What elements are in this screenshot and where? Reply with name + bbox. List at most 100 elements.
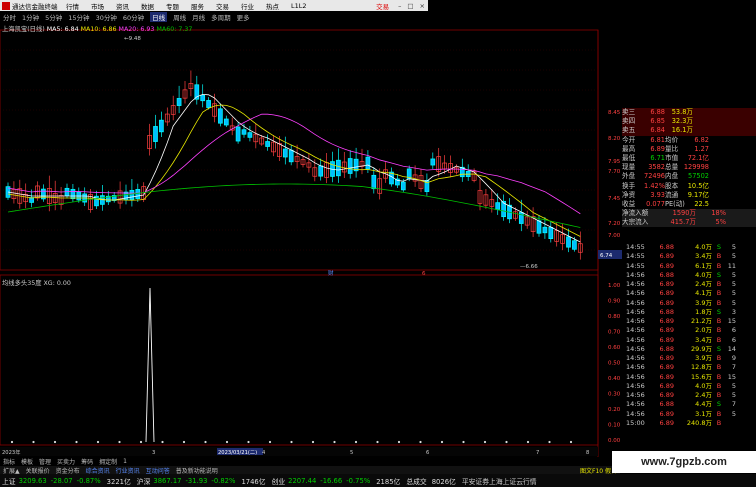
tick-volume: 3.4万 [695,335,712,344]
tick-side: B [716,252,722,261]
hs-name[interactable]: 沪深 [137,476,151,486]
indicator-label[interactable]: 均线多头35度 XG: 0.00 [2,278,71,287]
menu-hot[interactable]: 热点 [266,1,279,11]
minimize-icon[interactable]: – [398,2,401,10]
cy-name[interactable]: 创业 [272,476,286,486]
quote-value: 3.93 [650,190,665,199]
quote-label: 净资 [622,190,636,199]
menu-industry[interactable]: 行业 [241,1,254,11]
tick-count: 11 [727,261,736,270]
tick-count: 15 [727,372,736,381]
quote-label: 卖五 [622,126,636,135]
tool-chips[interactable]: 筹码 [81,457,93,466]
tick-price: 6.89 [659,289,674,298]
menu-market[interactable]: 市场 [91,1,104,11]
tool-template[interactable]: 模板 [21,457,33,466]
tick-row: 14:56 6.89 15.6万 B 15 [626,373,756,382]
quote-label2: 415.7万 [670,218,696,227]
tool-indicator[interactable]: 指标 [3,457,15,466]
trade-button[interactable]: 交易 [376,1,389,11]
quote-label2: 内盘 [665,172,679,181]
tick-price: 6.89 [659,252,674,261]
tick-row: 14:56 6.89 2.4万 B 5 [626,391,756,400]
tick-count: 7 [731,400,736,409]
candle [223,118,229,126]
period-tab[interactable]: 1分钟 [22,12,39,22]
indicator-tick: 0.90 [608,299,621,305]
tool-one[interactable]: 1 [123,458,127,465]
menu-service[interactable]: 服务 [191,1,204,11]
cy-amt: 2185亿 [376,477,401,486]
period-tab[interactable]: 30分钟 [96,12,117,22]
indicator-dot [118,440,121,444]
tick-row: 14:56 6.89 3.4万 B 6 [626,336,756,345]
title-bar: 通达信金融终端 行情 市场 资讯 数据 专题 服务 交易 行业 热点 L1L2 … [0,0,428,11]
kline-chart[interactable]: 8.45 8.20 7.95 7.70 7.45 7.20 7.00 6.74 1.00 0.90… [0,22,622,457]
candle [206,100,211,108]
menu-data[interactable]: 数据 [141,1,154,11]
date-label: 3 [152,450,155,456]
period-tab[interactable]: 月线 [192,12,205,22]
candle [159,119,164,133]
total-amt: 8026亿 [431,477,456,486]
candle [265,141,270,147]
tool-force[interactable]: 买卖力 [57,457,75,466]
broker-name[interactable]: 平安证券上海上证云行情 [462,476,537,486]
app-logo-icon [2,1,10,10]
menu-news[interactable]: 资讯 [116,1,129,11]
tick-time: 14:56 [626,335,645,344]
candle [135,189,141,199]
menu-l1l2[interactable]: L1L2 [291,2,307,10]
tool-custom[interactable]: 拥定制 [99,457,117,466]
legend-ma60: MA60: 7.37 [156,26,193,33]
indicator-spike [145,287,155,443]
period-tab[interactable]: 周线 [173,12,186,22]
quote-label2: 量比 [665,144,679,153]
quote-label2: 均价 [665,135,679,144]
close-icon[interactable]: × [420,2,425,10]
quote-value: 6.88 [650,108,665,116]
indicator-dot [75,440,78,444]
watermark: www.7gpzb.com [612,451,756,473]
period-tab[interactable]: 分时 [3,12,16,22]
candle [347,158,353,174]
menu-topic[interactable]: 专题 [166,1,179,11]
tick-row: 14:56 6.89 2.0万 B 6 [626,326,756,335]
period-tab[interactable]: 5分钟 [45,12,62,22]
menu-trade[interactable]: 交易 [216,1,229,11]
legend-ma10: MA10: 6.86 [80,26,117,33]
hs-pct: -0.82% [211,476,236,485]
tick-side: B [716,409,722,418]
indicator-dot [397,440,401,444]
indicator-dot [419,440,422,444]
quote-label: 净流入额 [622,209,649,218]
menu-hq[interactable]: 行情 [66,1,79,11]
indicator-tick: 0.40 [608,376,621,382]
indicator-dot [290,440,293,444]
period-tab[interactable]: 60分钟 [123,12,144,22]
period-tab-daily[interactable]: 日线 [150,12,168,22]
tick-side: B [716,363,722,372]
tool-manage[interactable]: 管理 [39,457,51,466]
candle [566,236,571,248]
quote-value2: 129998 [683,163,709,172]
tick-volume: 4.1万 [695,289,712,298]
tick-price: 6.89 [659,326,674,335]
tick-row: 14:56 6.89 3.1万 B 5 [626,410,756,419]
price-tick: 8.45 [608,110,621,116]
period-tab[interactable]: 15分钟 [68,12,89,22]
quote-label: 换手 [622,181,636,190]
tick-count: 6 [731,335,736,344]
bottom-tabs: 扩展▲ 关联报价 资金分布 综合资讯 行业资讯 互动问答 普及新功能说明 图文F… [0,466,620,475]
tick-price: 6.89 [659,391,674,399]
price-tick: 7.00 [608,233,621,239]
period-tab[interactable]: 多周期 [211,12,231,22]
quote-label: 外盘 [622,172,636,181]
quote-row: 外盘 72496 内盘 57502 [622,172,756,181]
maximize-icon[interactable]: □ [407,2,413,10]
period-tab-more[interactable]: 更多 [237,12,250,22]
sh-name[interactable]: 上证 [2,476,16,486]
date-label: 2023年 [2,448,20,456]
tick-volume: 3.1万 [695,409,712,418]
candle [365,156,371,170]
